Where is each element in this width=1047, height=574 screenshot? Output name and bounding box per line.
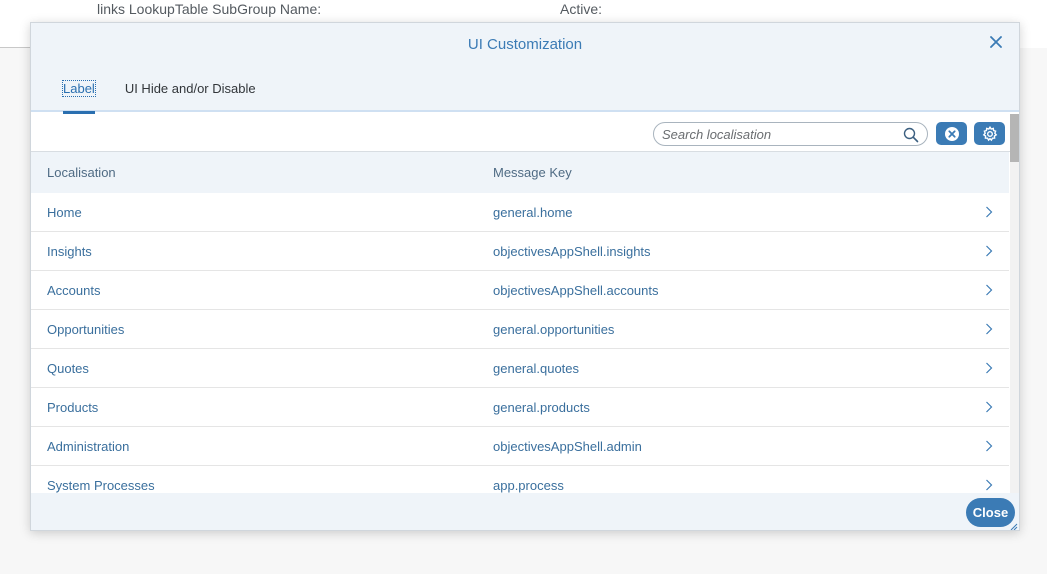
search-input[interactable] — [662, 126, 897, 143]
chevron-right-icon[interactable] — [979, 475, 999, 493]
table-row[interactable]: Products general.products — [31, 388, 1009, 427]
chevron-right-icon[interactable] — [979, 319, 999, 339]
table-row[interactable]: Accounts objectivesAppShell.accounts — [31, 271, 1009, 310]
message-key-cell: objectivesAppShell.insights — [493, 243, 651, 259]
message-key-cell: objectivesAppShell.accounts — [493, 282, 659, 298]
ui-customization-dialog: UI Customization Label UI Hide and/or Di… — [30, 22, 1020, 531]
table-row[interactable]: Insights objectivesAppShell.insights — [31, 232, 1009, 271]
localisation-cell: Home — [47, 204, 82, 220]
table-header: Localisation Message Key — [31, 152, 1009, 193]
dialog-header: UI Customization Label UI Hide and/or Di… — [31, 23, 1019, 114]
localisation-cell: Insights — [47, 243, 92, 259]
dialog-footer: Close — [31, 493, 1019, 531]
chevron-right-icon[interactable] — [979, 358, 999, 378]
scrollbar-thumb[interactable] — [1010, 114, 1019, 162]
table-row[interactable]: Opportunities general.opportunities — [31, 310, 1009, 349]
message-key-cell: general.quotes — [493, 360, 580, 376]
tab-ui-hide-disable-text: UI Hide and/or Disable — [124, 81, 256, 96]
close-icon[interactable] — [985, 31, 1007, 53]
localisation-cell: Accounts — [47, 282, 101, 298]
tab-bar: Label UI Hide and/or Disable — [62, 80, 256, 114]
column-header-message-key[interactable]: Message Key — [493, 165, 963, 180]
chevron-right-icon[interactable] — [979, 280, 999, 300]
settings-button[interactable] — [974, 122, 1005, 145]
dialog-title: UI Customization — [467, 36, 583, 53]
chevron-right-icon[interactable] — [979, 202, 999, 222]
search-icon[interactable] — [903, 127, 919, 143]
localisation-cell: Products — [47, 399, 99, 415]
vertical-scrollbar[interactable] — [1010, 114, 1019, 493]
localisation-cell: System Processes — [47, 477, 155, 493]
localisation-cell: Opportunities — [47, 321, 125, 337]
tab-label[interactable]: Label — [62, 80, 96, 114]
message-key-cell: general.home — [493, 204, 573, 220]
subgroup-name-label: links LookupTable SubGroup Name: — [97, 1, 322, 17]
table-row[interactable]: Home general.home — [31, 193, 1009, 232]
localisation-table: Localisation Message Key Home general.hom… — [31, 152, 1009, 493]
localisation-cell: Quotes — [47, 360, 89, 376]
column-header-localisation[interactable]: Localisation — [31, 165, 493, 180]
chevron-right-icon[interactable] — [979, 241, 999, 261]
chevron-right-icon[interactable] — [979, 397, 999, 417]
message-key-cell: objectivesAppShell.admin — [493, 438, 642, 454]
gear-icon — [982, 125, 997, 141]
localisation-cell: Administration — [47, 438, 130, 454]
message-key-cell: app.process — [493, 477, 564, 493]
resize-handle-icon[interactable] — [1010, 523, 1018, 531]
table-toolbar — [31, 114, 1011, 152]
table-row[interactable]: Quotes general.quotes — [31, 349, 1009, 388]
search-field[interactable] — [653, 122, 928, 146]
tab-ui-hide-disable[interactable]: UI Hide and/or Disable — [125, 81, 256, 112]
close-button[interactable]: Close — [966, 498, 1015, 527]
message-key-cell: general.opportunities — [493, 321, 615, 337]
tab-label-text: Label — [62, 80, 96, 97]
message-key-cell: general.products — [493, 399, 590, 415]
clear-filter-button[interactable] — [936, 122, 967, 145]
table-body: Home general.home Insights objectivesAppShe… — [31, 193, 1009, 493]
active-label: Active: — [560, 1, 603, 17]
chevron-right-icon[interactable] — [979, 436, 999, 456]
table-row[interactable]: Administration objectivesAppShell.admin — [31, 427, 1009, 466]
table-row[interactable]: System Processes app.process — [31, 466, 1009, 493]
clear-icon — [944, 126, 959, 141]
